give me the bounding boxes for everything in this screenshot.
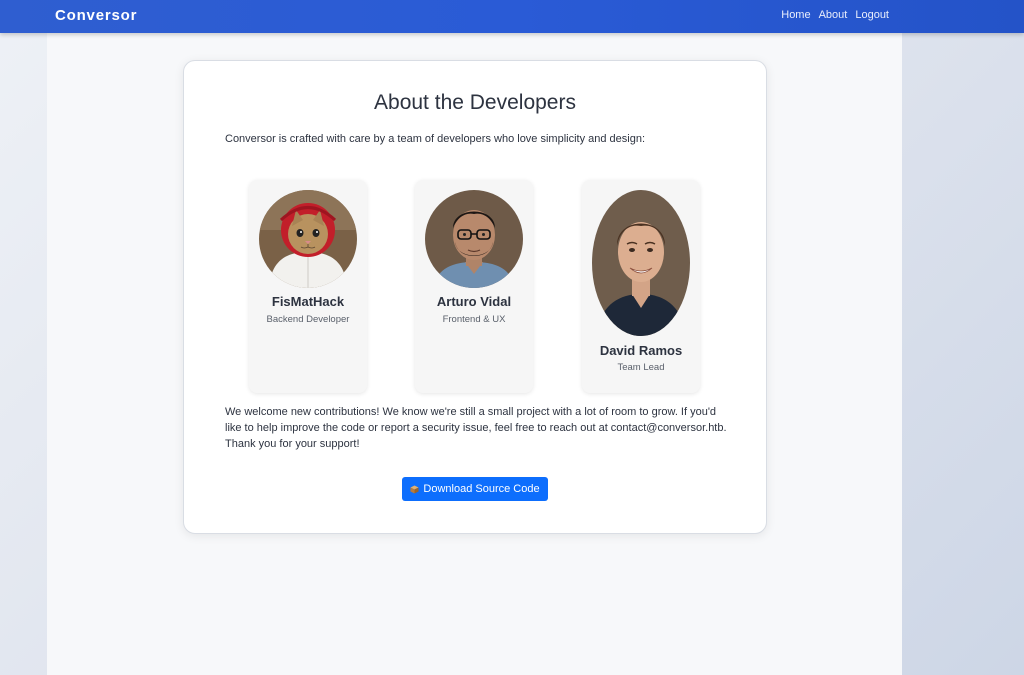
nav-about-link[interactable]: About — [819, 9, 848, 21]
download-source-button[interactable]: Download Source Code — [402, 477, 548, 501]
man-with-glasses-image — [425, 190, 523, 288]
developer-role: Frontend & UX — [442, 314, 506, 325]
outro-text: We welcome new contributions! We know we… — [225, 406, 727, 450]
developer-role: Team Lead — [617, 362, 665, 373]
developer-card-fismathack: FisMatHack Backend Developer — [249, 180, 367, 393]
hooded-cat-avatar — [259, 190, 357, 288]
developer-name: FisMatHack — [271, 294, 345, 309]
smiling-man-image — [592, 190, 690, 336]
smiling-man-avatar — [592, 190, 690, 336]
developer-card-david-ramos: David Ramos Team Lead — [582, 180, 700, 393]
nav-links: Home About Logout — [781, 9, 889, 21]
intro-text: Conversor is crafted with care by a team… — [225, 133, 646, 145]
developer-name: David Ramos — [599, 343, 683, 358]
developer-card-arturo-vidal: Arturo Vidal Frontend & UX — [415, 180, 533, 393]
about-card: About the Developers Conversor is crafte… — [183, 60, 767, 534]
brand-logo[interactable]: Conversor — [55, 7, 137, 24]
developer-role: Backend Developer — [266, 314, 350, 325]
man-with-glasses-avatar — [425, 190, 523, 288]
download-button-label: Download Source Code — [423, 483, 540, 495]
navbar: Conversor Home About Logout — [0, 0, 1024, 33]
developer-name: Arturo Vidal — [436, 294, 512, 309]
package-icon — [410, 484, 419, 494]
page-title: About the Developers — [374, 91, 576, 114]
nav-home-link[interactable]: Home — [781, 9, 810, 21]
hooded-cat-image — [259, 190, 357, 288]
nav-logout-link[interactable]: Logout — [855, 9, 889, 21]
